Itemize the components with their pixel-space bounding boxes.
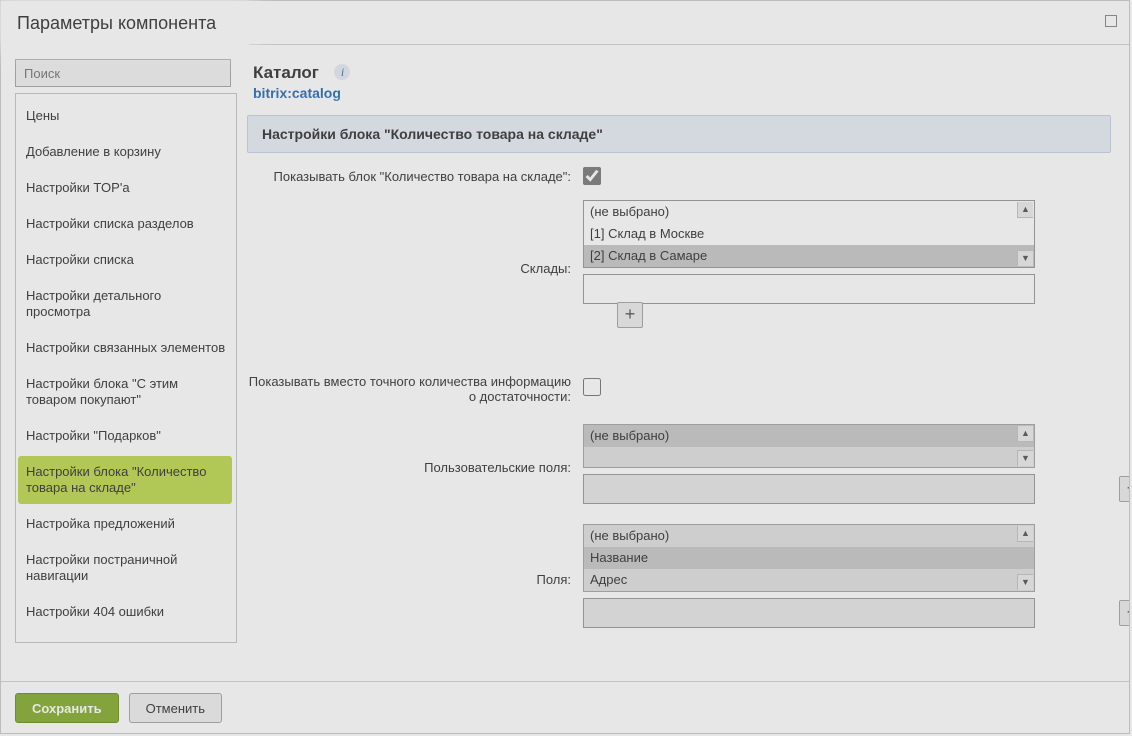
listbox-option[interactable]: [1] Склад в Москве xyxy=(584,223,1034,245)
sidebar-item[interactable]: Цены xyxy=(16,98,236,134)
add-user-field-button[interactable]: + xyxy=(1119,476,1129,502)
input-user-fields-extra[interactable] xyxy=(583,474,1035,504)
sidebar-item[interactable]: Настройки списка разделов xyxy=(16,206,236,242)
label-fields: Поля: xyxy=(247,566,583,587)
save-button[interactable]: Сохранить xyxy=(15,693,119,723)
sidebar-item[interactable]: Настройки детального просмотра xyxy=(16,278,236,330)
section: Настройки блока "Количество товара на ск… xyxy=(247,115,1111,628)
label-user-fields: Пользовательские поля: xyxy=(247,454,583,475)
sidebar-item[interactable]: Настройки блока "С этим товаром покупают… xyxy=(16,366,236,418)
input-fields-extra[interactable] xyxy=(583,598,1035,628)
scroll-up-icon[interactable]: ▲ xyxy=(1017,426,1033,442)
label-warehouses: Склады: xyxy=(247,255,583,276)
label-show-block: Показывать блок "Количество товара на ск… xyxy=(247,163,583,184)
sidebar-item[interactable]: Настройки постраничной навигации xyxy=(16,542,236,594)
window-title: Параметры компонента xyxy=(17,13,216,33)
sidebar-nav: ЦеныДобавление в корзинуНастройки TOP'аН… xyxy=(15,93,237,643)
scroll-down-icon[interactable]: ▼ xyxy=(1017,574,1033,590)
sidebar-item[interactable]: Настройки 404 ошибки xyxy=(16,594,236,630)
scroll-up-icon[interactable]: ▲ xyxy=(1017,526,1033,542)
add-warehouse-button[interactable]: + xyxy=(617,302,643,328)
sidebar-item[interactable]: Настройки TOP'а xyxy=(16,170,236,206)
scroll-down-icon[interactable]: ▼ xyxy=(1017,450,1033,466)
listbox-fields[interactable]: ▲ (не выбрано)НазваниеАдрес▼ xyxy=(583,524,1035,592)
sidebar-item[interactable]: Добавление в корзину xyxy=(16,134,236,170)
catalog-header: Каталог i bitrix:catalog xyxy=(247,63,1111,101)
scroll-down-icon[interactable]: ▼ xyxy=(1017,250,1033,266)
label-sufficiency: Показывать вместо точного количества инф… xyxy=(247,374,583,404)
maximize-icon[interactable] xyxy=(1105,15,1117,27)
section-title: Настройки блока "Количество товара на ск… xyxy=(247,115,1111,153)
checkbox-show-block[interactable] xyxy=(583,167,601,185)
info-icon[interactable]: i xyxy=(334,64,350,80)
add-field-button[interactable]: + xyxy=(1119,600,1129,626)
footer: Сохранить Отменить xyxy=(1,681,1129,733)
sidebar-item[interactable]: Настройки связанных элементов xyxy=(16,330,236,366)
listbox-user-fields[interactable]: ▲ (не выбрано) ▼ xyxy=(583,424,1035,468)
row-fields: Поля: ▲ (не выбрано)НазваниеАдрес▼ + xyxy=(247,524,1111,628)
checkbox-sufficiency[interactable] xyxy=(583,378,601,396)
row-show-block: Показывать блок "Количество товара на ск… xyxy=(247,163,1111,188)
sidebar-item[interactable]: Настройки блока "Количество товара на ск… xyxy=(18,456,232,504)
listbox-option[interactable]: (не выбрано) xyxy=(584,525,1034,547)
listbox-option[interactable]: Адрес xyxy=(584,569,1034,591)
row-warehouses: Склады: ▲ (не выбрано)[1] Склад в Москве… xyxy=(247,200,1111,330)
sidebar-item[interactable]: Настройка предложений xyxy=(16,506,236,542)
component-name: bitrix:catalog xyxy=(253,85,1111,101)
scroll-up-icon[interactable]: ▲ xyxy=(1017,202,1033,218)
sidebar-item[interactable]: Настройки "Подарков" xyxy=(16,418,236,454)
search-input[interactable] xyxy=(15,59,231,87)
sidebar: ЦеныДобавление в корзинуНастройки TOP'аН… xyxy=(1,45,247,681)
row-user-fields: Пользовательские поля: ▲ (не выбрано)▼ + xyxy=(247,424,1111,504)
listbox-option[interactable]: (не выбрано) xyxy=(584,201,1034,223)
sidebar-item[interactable]: Специальные настройки xyxy=(16,630,236,642)
sidebar-item[interactable]: Настройки списка xyxy=(16,242,236,278)
listbox-option[interactable]: [2] Склад в Самаре xyxy=(584,245,1034,267)
component-params-window: Параметры компонента Параметры компонент… xyxy=(0,0,1130,734)
listbox-warehouses[interactable]: ▲ (не выбрано)[1] Склад в Москве[2] Скла… xyxy=(583,200,1035,268)
cancel-button[interactable]: Отменить xyxy=(129,693,222,723)
listbox-option[interactable]: Название xyxy=(584,547,1034,569)
listbox-option[interactable]: (не выбрано) xyxy=(584,425,1034,447)
row-sufficiency: Показывать вместо точного количества инф… xyxy=(247,374,1111,404)
input-warehouses-extra[interactable] xyxy=(583,274,1035,304)
main-panel: Каталог i bitrix:catalog Настройки блока… xyxy=(247,45,1129,681)
catalog-title: Каталог xyxy=(253,63,319,83)
body: ЦеныДобавление в корзинуНастройки TOP'аН… xyxy=(1,45,1129,681)
titlebar: Параметры компонента xyxy=(1,1,249,45)
